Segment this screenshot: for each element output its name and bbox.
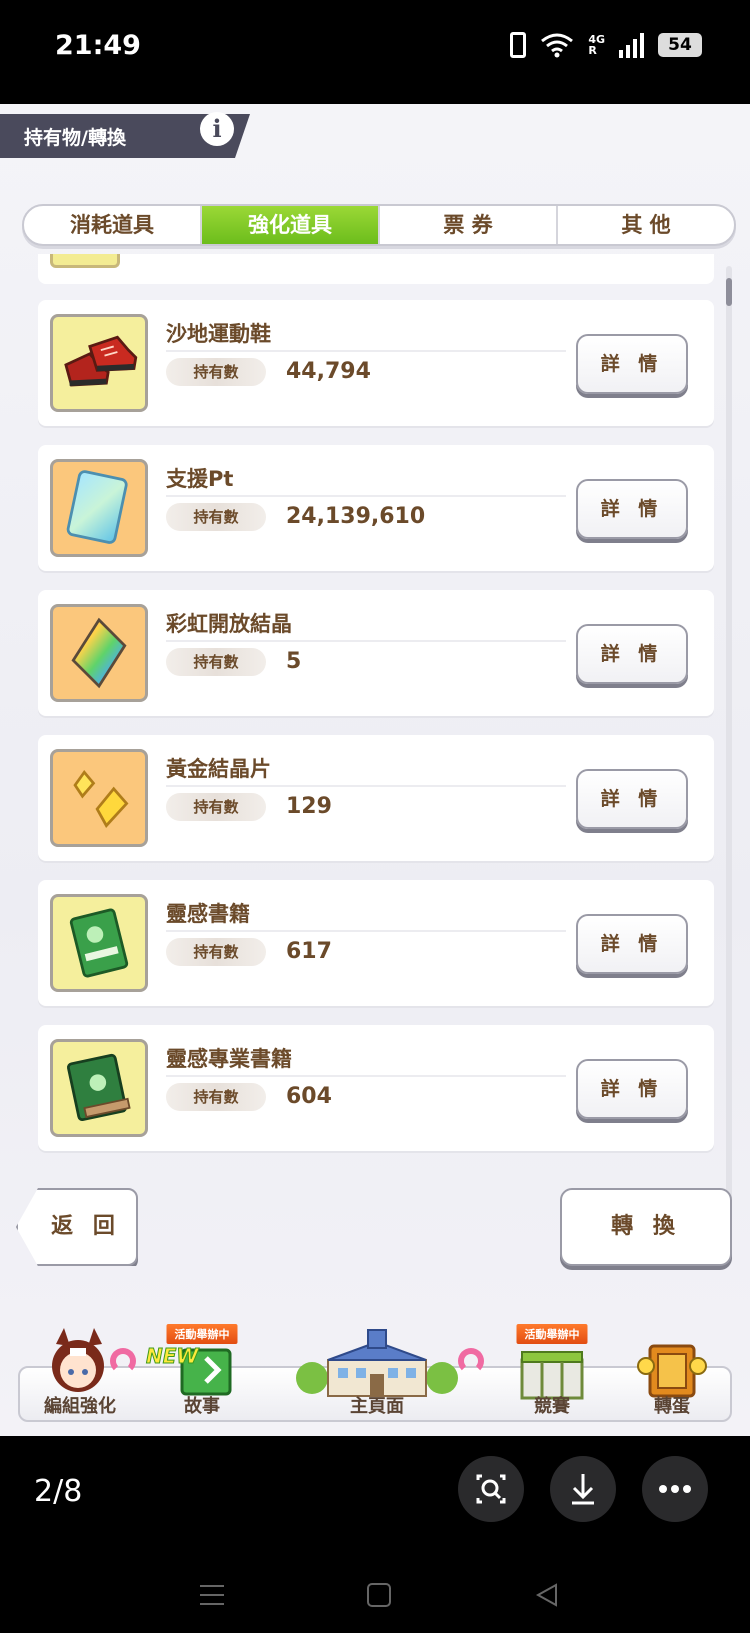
inspiration-book-icon	[50, 894, 148, 992]
back-button[interactable]: 返 回	[16, 1188, 138, 1266]
nav-item-team-enhance[interactable]: 編組強化	[18, 1322, 142, 1422]
horse-girl-icon	[52, 1328, 104, 1392]
home-icon[interactable]	[366, 1582, 392, 1608]
clock: 21:49	[55, 30, 141, 61]
bottom-nav: 編組強化 活動舉辦中 NEW 故事 主頁面 活動舉辦中 競賽 轉蛋	[18, 1322, 732, 1422]
gallery-toolbar: 2/8	[0, 1436, 750, 1633]
detail-button[interactable]: 詳 情	[576, 479, 688, 539]
nav-item-home[interactable]: 主頁面	[262, 1322, 492, 1422]
page-counter: 2/8	[34, 1474, 83, 1509]
item-name: 靈感專業書籍	[166, 1047, 292, 1071]
item-name: 彩虹開放結晶	[166, 612, 292, 636]
divider	[166, 495, 566, 497]
event-ongoing-badge: 活動舉辦中	[516, 1324, 588, 1344]
info-button[interactable]: i	[200, 112, 234, 146]
back-icon[interactable]	[534, 1582, 560, 1608]
divider	[166, 1075, 566, 1077]
lens-search-icon	[476, 1474, 506, 1504]
item-list[interactable]: 沙地運動鞋 持有數 44,794 詳 情 支援Pt 持有數 24,139,610…	[30, 254, 722, 1214]
download-icon	[572, 1474, 594, 1505]
item-name: 靈感書籍	[166, 902, 250, 926]
hold-count-value: 24,139,610	[286, 504, 426, 529]
list-item: 靈感專業書籍 持有數 604 詳 情	[38, 1025, 714, 1151]
status-icons: 4G R 54	[510, 32, 702, 58]
tab-other[interactable]: 其 他	[558, 206, 734, 244]
image-search-button[interactable]	[458, 1456, 524, 1522]
more-options-button[interactable]	[642, 1456, 708, 1522]
list-item: 黃金結晶片 持有數 129 詳 情	[38, 735, 714, 861]
nav-item-gacha[interactable]: 轉蛋	[612, 1322, 732, 1422]
nav-label: 編組強化	[44, 1396, 116, 1417]
signal-icon	[619, 32, 644, 58]
tab-consumables[interactable]: 消耗道具	[24, 206, 202, 244]
divider	[166, 785, 566, 787]
list-item-partial	[38, 254, 714, 284]
hold-count-value: 44,794	[286, 359, 371, 384]
download-button[interactable]	[550, 1456, 616, 1522]
nav-item-race[interactable]: 活動舉辦中 競賽	[492, 1322, 612, 1422]
hold-count-label: 持有數	[166, 793, 266, 821]
nav-label: 故事	[184, 1396, 220, 1417]
tab-enhancement[interactable]: 強化道具	[202, 206, 380, 244]
nav-item-story[interactable]: 活動舉辦中 NEW 故事	[142, 1322, 262, 1422]
scrollbar[interactable]	[726, 266, 732, 1211]
hold-count-value: 5	[286, 649, 302, 674]
notification-horseshoe-icon	[110, 1348, 136, 1374]
category-tabs: 消耗道具 強化道具 票 券 其 他	[22, 204, 736, 246]
battery-icon: 54	[658, 33, 702, 57]
item-name: 黃金結晶片	[166, 757, 271, 781]
hold-count-value: 129	[286, 794, 332, 819]
more-dots-icon	[659, 1485, 691, 1493]
status-bar: 21:49 4G R 54	[0, 0, 750, 104]
sneakers-icon	[50, 314, 148, 412]
detail-button[interactable]: 詳 情	[576, 1059, 688, 1119]
rainbow-crystal-icon	[50, 604, 148, 702]
nav-label: 主頁面	[350, 1396, 404, 1417]
hold-count-label: 持有數	[166, 648, 266, 676]
item-name: 支援Pt	[166, 467, 234, 491]
detail-button[interactable]: 詳 情	[576, 769, 688, 829]
scroll-thumb[interactable]	[726, 278, 732, 306]
nav-label: 轉蛋	[654, 1396, 690, 1417]
list-item: 沙地運動鞋 持有數 44,794 詳 情	[38, 300, 714, 426]
detail-button[interactable]: 詳 情	[576, 334, 688, 394]
convert-button[interactable]: 轉 換	[560, 1188, 732, 1266]
hold-count-label: 持有數	[166, 358, 266, 386]
list-item: 彩虹開放結晶 持有數 5 詳 情	[38, 590, 714, 716]
pro-inspiration-book-icon	[50, 1039, 148, 1137]
hold-count-label: 持有數	[166, 503, 266, 531]
detail-button[interactable]: 詳 情	[576, 914, 688, 974]
item-icon	[50, 254, 120, 268]
detail-button[interactable]: 詳 情	[576, 624, 688, 684]
gold-crystal-shard-icon	[50, 749, 148, 847]
divider	[166, 640, 566, 642]
roaming-indicator: R	[588, 44, 597, 57]
game-screen: 持有物/轉換 i 消耗道具 強化道具 票 券 其 他 沙地運動鞋 持有數 44,…	[0, 104, 750, 1436]
new-badge: NEW	[145, 1344, 199, 1369]
event-ongoing-badge: 活動舉辦中	[166, 1324, 238, 1344]
hold-count-label: 持有數	[166, 1083, 266, 1111]
hold-count-value: 617	[286, 939, 332, 964]
list-item: 支援Pt 持有數 24,139,610 詳 情	[38, 445, 714, 571]
notification-horseshoe-icon	[458, 1348, 484, 1374]
list-item: 靈感書籍 持有數 617 詳 情	[38, 880, 714, 1006]
nav-label: 競賽	[534, 1396, 570, 1417]
hold-count-value: 604	[286, 1084, 332, 1109]
divider	[166, 350, 566, 352]
network-indicator: 4G R	[588, 34, 605, 56]
item-name: 沙地運動鞋	[166, 322, 271, 346]
tab-tickets[interactable]: 票 券	[380, 206, 558, 244]
wifi-icon	[540, 32, 574, 58]
vibrate-icon	[510, 32, 527, 58]
support-pt-card-icon	[50, 459, 148, 557]
recent-apps-icon[interactable]	[198, 1582, 226, 1608]
hold-count-label: 持有數	[166, 938, 266, 966]
page-title: 持有物/轉換	[24, 127, 126, 149]
divider	[166, 930, 566, 932]
